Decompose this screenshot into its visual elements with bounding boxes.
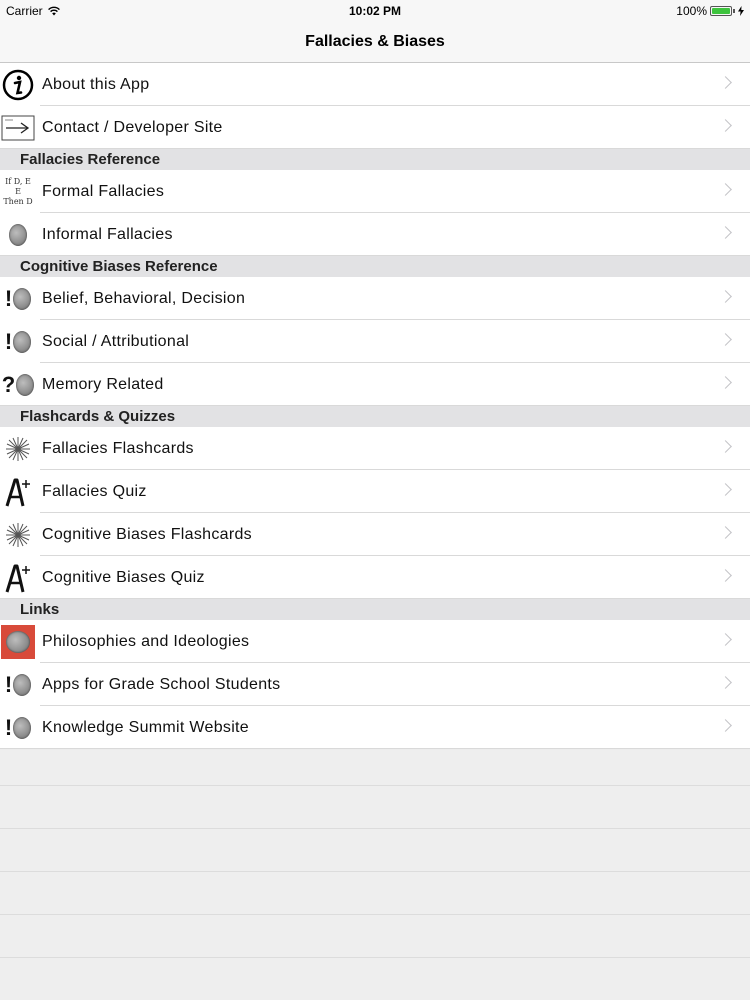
brain-icon	[13, 330, 32, 353]
row-label: Fallacies Quiz	[42, 483, 147, 500]
exclaim-brain-icon: !	[0, 706, 36, 749]
chevron-right-icon	[719, 633, 732, 646]
chevron-right-icon	[719, 526, 732, 539]
row-label: Apps for Grade School Students	[42, 676, 281, 693]
brain-icon	[6, 630, 30, 653]
brain-icon	[9, 223, 27, 246]
exclaim-brain-icon: !	[0, 277, 36, 320]
exclaim-brain-icon: !	[0, 663, 36, 706]
logic-text-line: Then D	[3, 196, 33, 206]
row-formal-fallacies[interactable]: If D, E E Then D Formal Fallacies	[0, 170, 750, 213]
chevron-right-icon	[719, 226, 732, 239]
row-fallacies-flashcards[interactable]: Fallacies Flashcards	[0, 427, 750, 470]
chevron-right-icon	[719, 483, 732, 496]
row-label: Knowledge Summit Website	[42, 719, 249, 736]
row-grade-school-apps[interactable]: ! Apps for Grade School Students	[0, 663, 750, 706]
row-about[interactable]: About this App	[0, 63, 750, 106]
logic-text-line: If D, E	[5, 176, 31, 186]
exclamation-icon: !	[4, 285, 13, 311]
chevron-right-icon	[719, 183, 732, 196]
question-mark-icon: ?	[1, 371, 16, 397]
row-label: About this App	[42, 76, 150, 93]
info-icon	[0, 63, 36, 106]
battery-fill	[712, 8, 730, 14]
logic-text-line: E	[15, 186, 21, 196]
battery-tip	[733, 9, 735, 13]
brain-icon	[13, 716, 32, 739]
row-contact[interactable]: Contact / Developer Site	[0, 106, 750, 149]
chevron-right-icon	[719, 569, 732, 582]
chevron-right-icon	[719, 376, 732, 389]
red-brain-tile	[1, 624, 35, 659]
brain-icon	[13, 287, 32, 310]
exclamation-icon: !	[4, 714, 13, 740]
chevron-right-icon	[719, 119, 732, 132]
row-label: Fallacies Flashcards	[42, 440, 194, 457]
chevron-right-icon	[719, 676, 732, 689]
row-fallacies-quiz[interactable]: Fallacies Quiz	[0, 470, 750, 513]
section-header-flashcards-quizzes: Flashcards & Quizzes	[0, 406, 750, 427]
status-bar: Carrier 10:02 PM 100%	[0, 0, 750, 22]
row-label: Memory Related	[42, 376, 164, 393]
grade-a-plus-icon	[0, 556, 36, 599]
exclamation-icon: !	[4, 671, 13, 697]
chevron-right-icon	[719, 440, 732, 453]
battery-icon	[710, 6, 732, 16]
section-header-fallacies-reference: Fallacies Reference	[0, 149, 750, 170]
brain-icon	[13, 673, 32, 696]
chevron-right-icon	[719, 76, 732, 89]
row-label: Informal Fallacies	[42, 226, 173, 243]
row-label: Social / Attributional	[42, 333, 190, 350]
logic-text-icon: If D, E E Then D	[0, 170, 36, 213]
question-brain-icon: ?	[0, 363, 36, 406]
row-cognitive-biases-flashcards[interactable]: Cognitive Biases Flashcards	[0, 513, 750, 556]
arrow-icon	[0, 106, 36, 149]
status-time: 10:02 PM	[348, 4, 402, 18]
row-belief-behavioral-decision[interactable]: ! Belief, Behavioral, Decision	[0, 277, 750, 320]
grade-a-plus-icon	[0, 470, 36, 513]
chevron-right-icon	[719, 333, 732, 346]
brain-icon	[16, 373, 35, 396]
charging-bolt-icon	[738, 6, 744, 16]
row-informal-fallacies[interactable]: Informal Fallacies	[0, 213, 750, 256]
starburst-icon	[0, 513, 36, 556]
page-title: Fallacies & Biases	[305, 33, 445, 50]
row-label: Philosophies and Ideologies	[42, 633, 250, 650]
row-label: Contact / Developer Site	[42, 119, 223, 136]
red-brain-icon	[0, 620, 36, 663]
row-social-attributional[interactable]: ! Social / Attributional	[0, 320, 750, 363]
chevron-right-icon	[719, 290, 732, 303]
row-label: Cognitive Biases Flashcards	[42, 526, 252, 543]
row-memory-related[interactable]: ? Memory Related	[0, 363, 750, 406]
exclaim-brain-icon: !	[0, 320, 36, 363]
hexagon-background	[0, 750, 750, 1000]
nav-bar: Fallacies & Biases	[0, 22, 750, 63]
exclamation-icon: !	[4, 328, 13, 354]
row-knowledge-summit[interactable]: ! Knowledge Summit Website	[0, 706, 750, 749]
status-right: 100%	[676, 4, 744, 18]
menu-table: About this App Contact / Developer Site …	[0, 63, 750, 749]
row-label: Cognitive Biases Quiz	[42, 569, 205, 586]
row-cognitive-biases-quiz[interactable]: Cognitive Biases Quiz	[0, 556, 750, 599]
section-header-links: Links	[0, 599, 750, 620]
battery-percent: 100%	[676, 4, 707, 18]
section-header-cognitive-biases-reference: Cognitive Biases Reference	[0, 256, 750, 277]
row-label: Formal Fallacies	[42, 183, 165, 200]
brain-icon	[0, 213, 36, 256]
row-label: Belief, Behavioral, Decision	[42, 290, 246, 307]
starburst-icon	[0, 427, 36, 470]
row-philosophies-ideologies[interactable]: Philosophies and Ideologies	[0, 620, 750, 663]
chevron-right-icon	[719, 719, 732, 732]
